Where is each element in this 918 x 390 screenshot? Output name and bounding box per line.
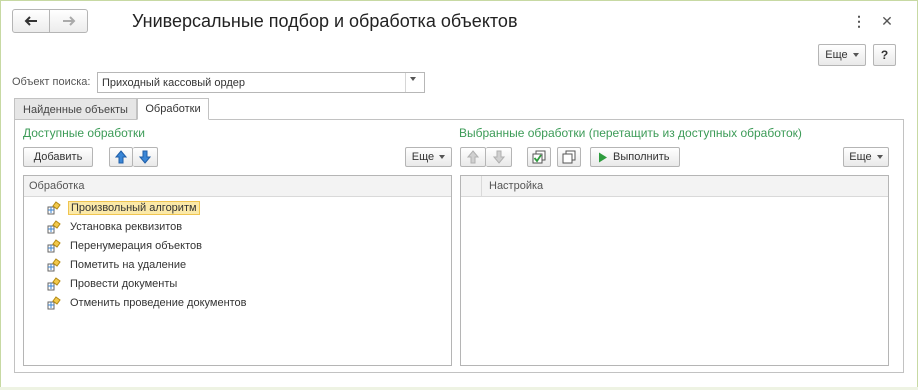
execute-button[interactable]: Выполнить: [590, 147, 680, 167]
list-item-label: Пометить на удаление: [70, 258, 187, 271]
execute-label: Выполнить: [613, 151, 670, 163]
search-object-label: Объект поиска:: [12, 76, 91, 88]
column-header-processing: Обработка: [29, 180, 85, 192]
selected-more-label: Еще: [849, 151, 872, 163]
header-more-button[interactable]: Еще: [818, 44, 866, 66]
selected-more-button[interactable]: Еще: [843, 147, 889, 167]
list-item[interactable]: Провести документы: [46, 275, 179, 292]
processing-icon: [47, 276, 61, 290]
move-up-button[interactable]: [109, 147, 133, 167]
processing-icon: [47, 219, 61, 233]
arrow-up-icon: [467, 150, 479, 164]
column-divider: [481, 176, 482, 196]
available-more-label: Еще: [411, 151, 435, 163]
arrow-right-icon: [62, 16, 75, 26]
list-item-label: Установка реквизитов: [70, 220, 183, 233]
available-grid-header: Обработка: [24, 176, 451, 197]
processing-icon: [47, 295, 61, 309]
dropdown-button[interactable]: [405, 73, 424, 92]
list-item-label: Перенумерация объектов: [70, 239, 202, 252]
back-button[interactable]: [12, 9, 50, 33]
list-item-label: Провести документы: [70, 277, 178, 290]
arrow-left-icon: [24, 16, 37, 26]
tab-processing[interactable]: Обработки: [137, 98, 209, 120]
page-title: Универсальные подбор и обработка объекто…: [132, 11, 518, 31]
help-button[interactable]: ?: [873, 44, 896, 66]
selected-title: Выбранные обработки (перетащить из досту…: [459, 126, 802, 140]
play-icon: [599, 152, 607, 162]
chevron-down-icon: [852, 53, 859, 57]
add-button[interactable]: Добавить: [23, 147, 93, 167]
processing-icon: [47, 238, 61, 252]
available-grid[interactable]: Обработка Произвольный алгоритм Установк…: [23, 175, 452, 366]
selected-grid[interactable]: Настройка: [460, 175, 889, 366]
close-icon[interactable]: ✕: [880, 12, 894, 30]
list-item[interactable]: Перенумерация объектов: [46, 237, 204, 254]
list-item[interactable]: Пометить на удаление: [46, 256, 188, 273]
column-header-settings: Настройка: [489, 180, 544, 192]
search-object-field[interactable]: Приходный кассовый ордер: [97, 72, 425, 93]
list-item[interactable]: Произвольный алгоритм: [46, 199, 200, 216]
processing-icon: [47, 200, 61, 214]
forward-button[interactable]: [50, 9, 88, 33]
arrow-down-icon: [492, 150, 505, 164]
available-more-button[interactable]: Еще: [405, 147, 452, 167]
move-down-button[interactable]: [133, 147, 158, 167]
selected-move-down-button[interactable]: [486, 147, 512, 167]
uncheck-all-button[interactable]: [557, 147, 581, 167]
chevron-down-icon: [410, 77, 416, 81]
processing-icon: [47, 257, 61, 271]
search-object-value: Приходный кассовый ордер: [102, 77, 246, 89]
nav-buttons: [12, 9, 88, 33]
header-more-label: Еще: [825, 49, 848, 61]
check-all-icon: [532, 150, 546, 164]
chevron-down-icon: [876, 155, 883, 159]
list-item[interactable]: Отменить проведение документов: [46, 294, 249, 311]
list-item[interactable]: Установка реквизитов: [46, 218, 184, 235]
arrow-up-icon: [115, 150, 127, 164]
available-title: Доступные обработки: [23, 126, 145, 140]
uncheck-all-icon: [562, 150, 576, 164]
list-item-label: Произвольный алгоритм: [68, 200, 200, 215]
list-item-label: Отменить проведение документов: [70, 296, 247, 309]
selected-move-up-button[interactable]: [460, 147, 486, 167]
tab-found-objects[interactable]: Найденные объекты: [14, 98, 137, 120]
chevron-down-icon: [439, 155, 446, 159]
more-vertical-icon[interactable]: ⋮: [852, 12, 866, 30]
arrow-down-icon: [139, 150, 151, 164]
selected-grid-header: Настройка: [461, 176, 888, 197]
check-all-button[interactable]: [527, 147, 551, 167]
